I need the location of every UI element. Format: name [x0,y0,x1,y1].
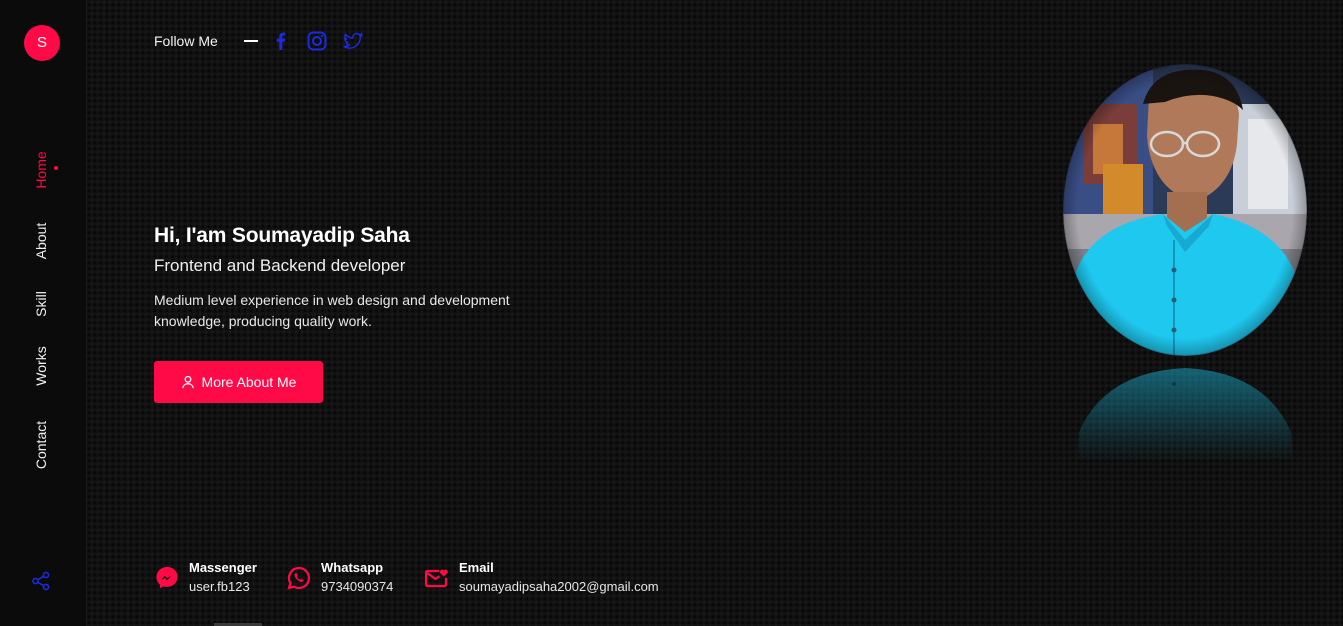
nav-item-about[interactable]: About [33,223,49,260]
contact-email-value: soumayadipsaha2002@gmail.com [459,579,659,594]
facebook-icon[interactable] [270,30,292,52]
user-icon [181,375,194,389]
hero-role: Frontend and Backend developer [154,256,406,275]
contact-messenger-value: user.fb123 [189,579,250,594]
profile-photo [1063,64,1307,356]
contact-whatsapp-value: 9734090374 [321,579,394,594]
instagram-icon[interactable] [306,30,328,52]
nav-item-skill[interactable]: Skill [33,291,49,317]
contact-whatsapp-title: Whatsapp [321,560,384,575]
whatsapp-icon [287,566,311,590]
nav-item-home[interactable]: Home [33,151,49,188]
follow-label: Follow Me [154,33,218,49]
follow-divider [243,40,258,42]
more-about-me-button[interactable]: More About Me [154,361,323,403]
nav-item-contact[interactable]: Contact [33,421,49,469]
sidebar: S Home About Skill Works Contact [0,0,87,626]
share-icon[interactable] [31,571,51,591]
active-indicator-dot [54,166,58,170]
email-icon [424,569,448,588]
messenger-icon [156,567,178,589]
hero-description: Medium level experience in web design an… [154,292,510,329]
contact-whatsapp[interactable]: Whatsapp 9734090374 [286,560,393,598]
logo[interactable]: S [24,25,60,61]
profile-reflection [1075,362,1295,462]
nav-item-works[interactable]: Works [33,346,49,385]
follow-bar: Follow Me [154,31,378,51]
contact-email[interactable]: Email soumayadipsaha2002@gmail.com [424,560,659,598]
more-about-me-label: More About Me [201,374,297,390]
contact-messenger-title: Massenger [189,560,257,575]
hero-greeting: Hi, I'am Soumayadip Saha [154,224,410,247]
contact-email-title: Email [459,560,494,575]
page: S Home About Skill Works Contact Follow … [0,0,1343,626]
twitter-icon[interactable] [342,30,364,52]
contact-messenger[interactable]: Massenger user.fb123 [154,560,257,598]
